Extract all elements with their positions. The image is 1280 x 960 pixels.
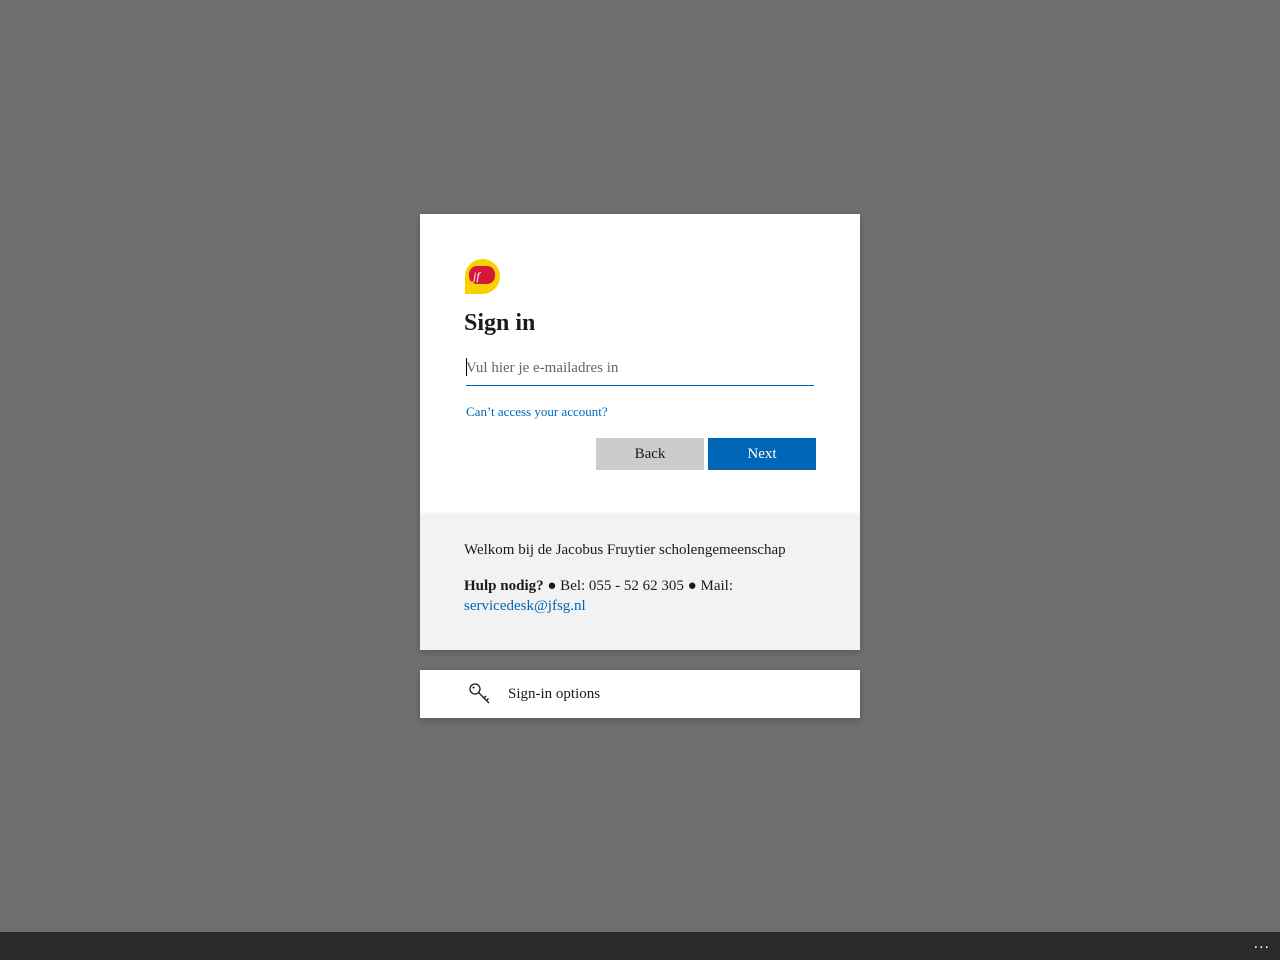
help-contact: ● Bel: 055 - 52 62 305 ● Mail: bbox=[543, 578, 733, 594]
email-input[interactable] bbox=[466, 354, 814, 386]
cant-access-account-link[interactable]: Can’t access your account? bbox=[466, 404, 608, 420]
key-icon bbox=[469, 683, 490, 704]
help-heading: Hulp nodig? bbox=[464, 578, 544, 594]
next-button[interactable]: Next bbox=[708, 438, 816, 470]
footer-panel: Welkom bij de Jacobus Fruytier scholenge… bbox=[420, 514, 860, 650]
text-caret bbox=[466, 358, 467, 376]
signin-card: jf Sign in Can’t access your account? Ba… bbox=[420, 214, 860, 514]
sign-in-options-label: Sign-in options bbox=[508, 685, 601, 702]
sign-in-options-button[interactable]: Sign-in options bbox=[420, 670, 860, 718]
welcome-text: Welkom bij de Jacobus Fruytier scholenge… bbox=[464, 542, 786, 558]
bottom-bar: ... bbox=[0, 932, 1280, 960]
servicedesk-email-link[interactable]: servicedesk@jfsg.nl bbox=[464, 598, 586, 614]
back-button[interactable]: Back bbox=[596, 438, 704, 470]
more-options-icon[interactable]: ... bbox=[1254, 936, 1270, 952]
help-text: Hulp nodig? ● Bel: 055 - 52 62 305 ● Mai… bbox=[464, 576, 816, 616]
page-title: Sign in bbox=[464, 310, 536, 336]
organization-logo: jf bbox=[465, 259, 500, 294]
